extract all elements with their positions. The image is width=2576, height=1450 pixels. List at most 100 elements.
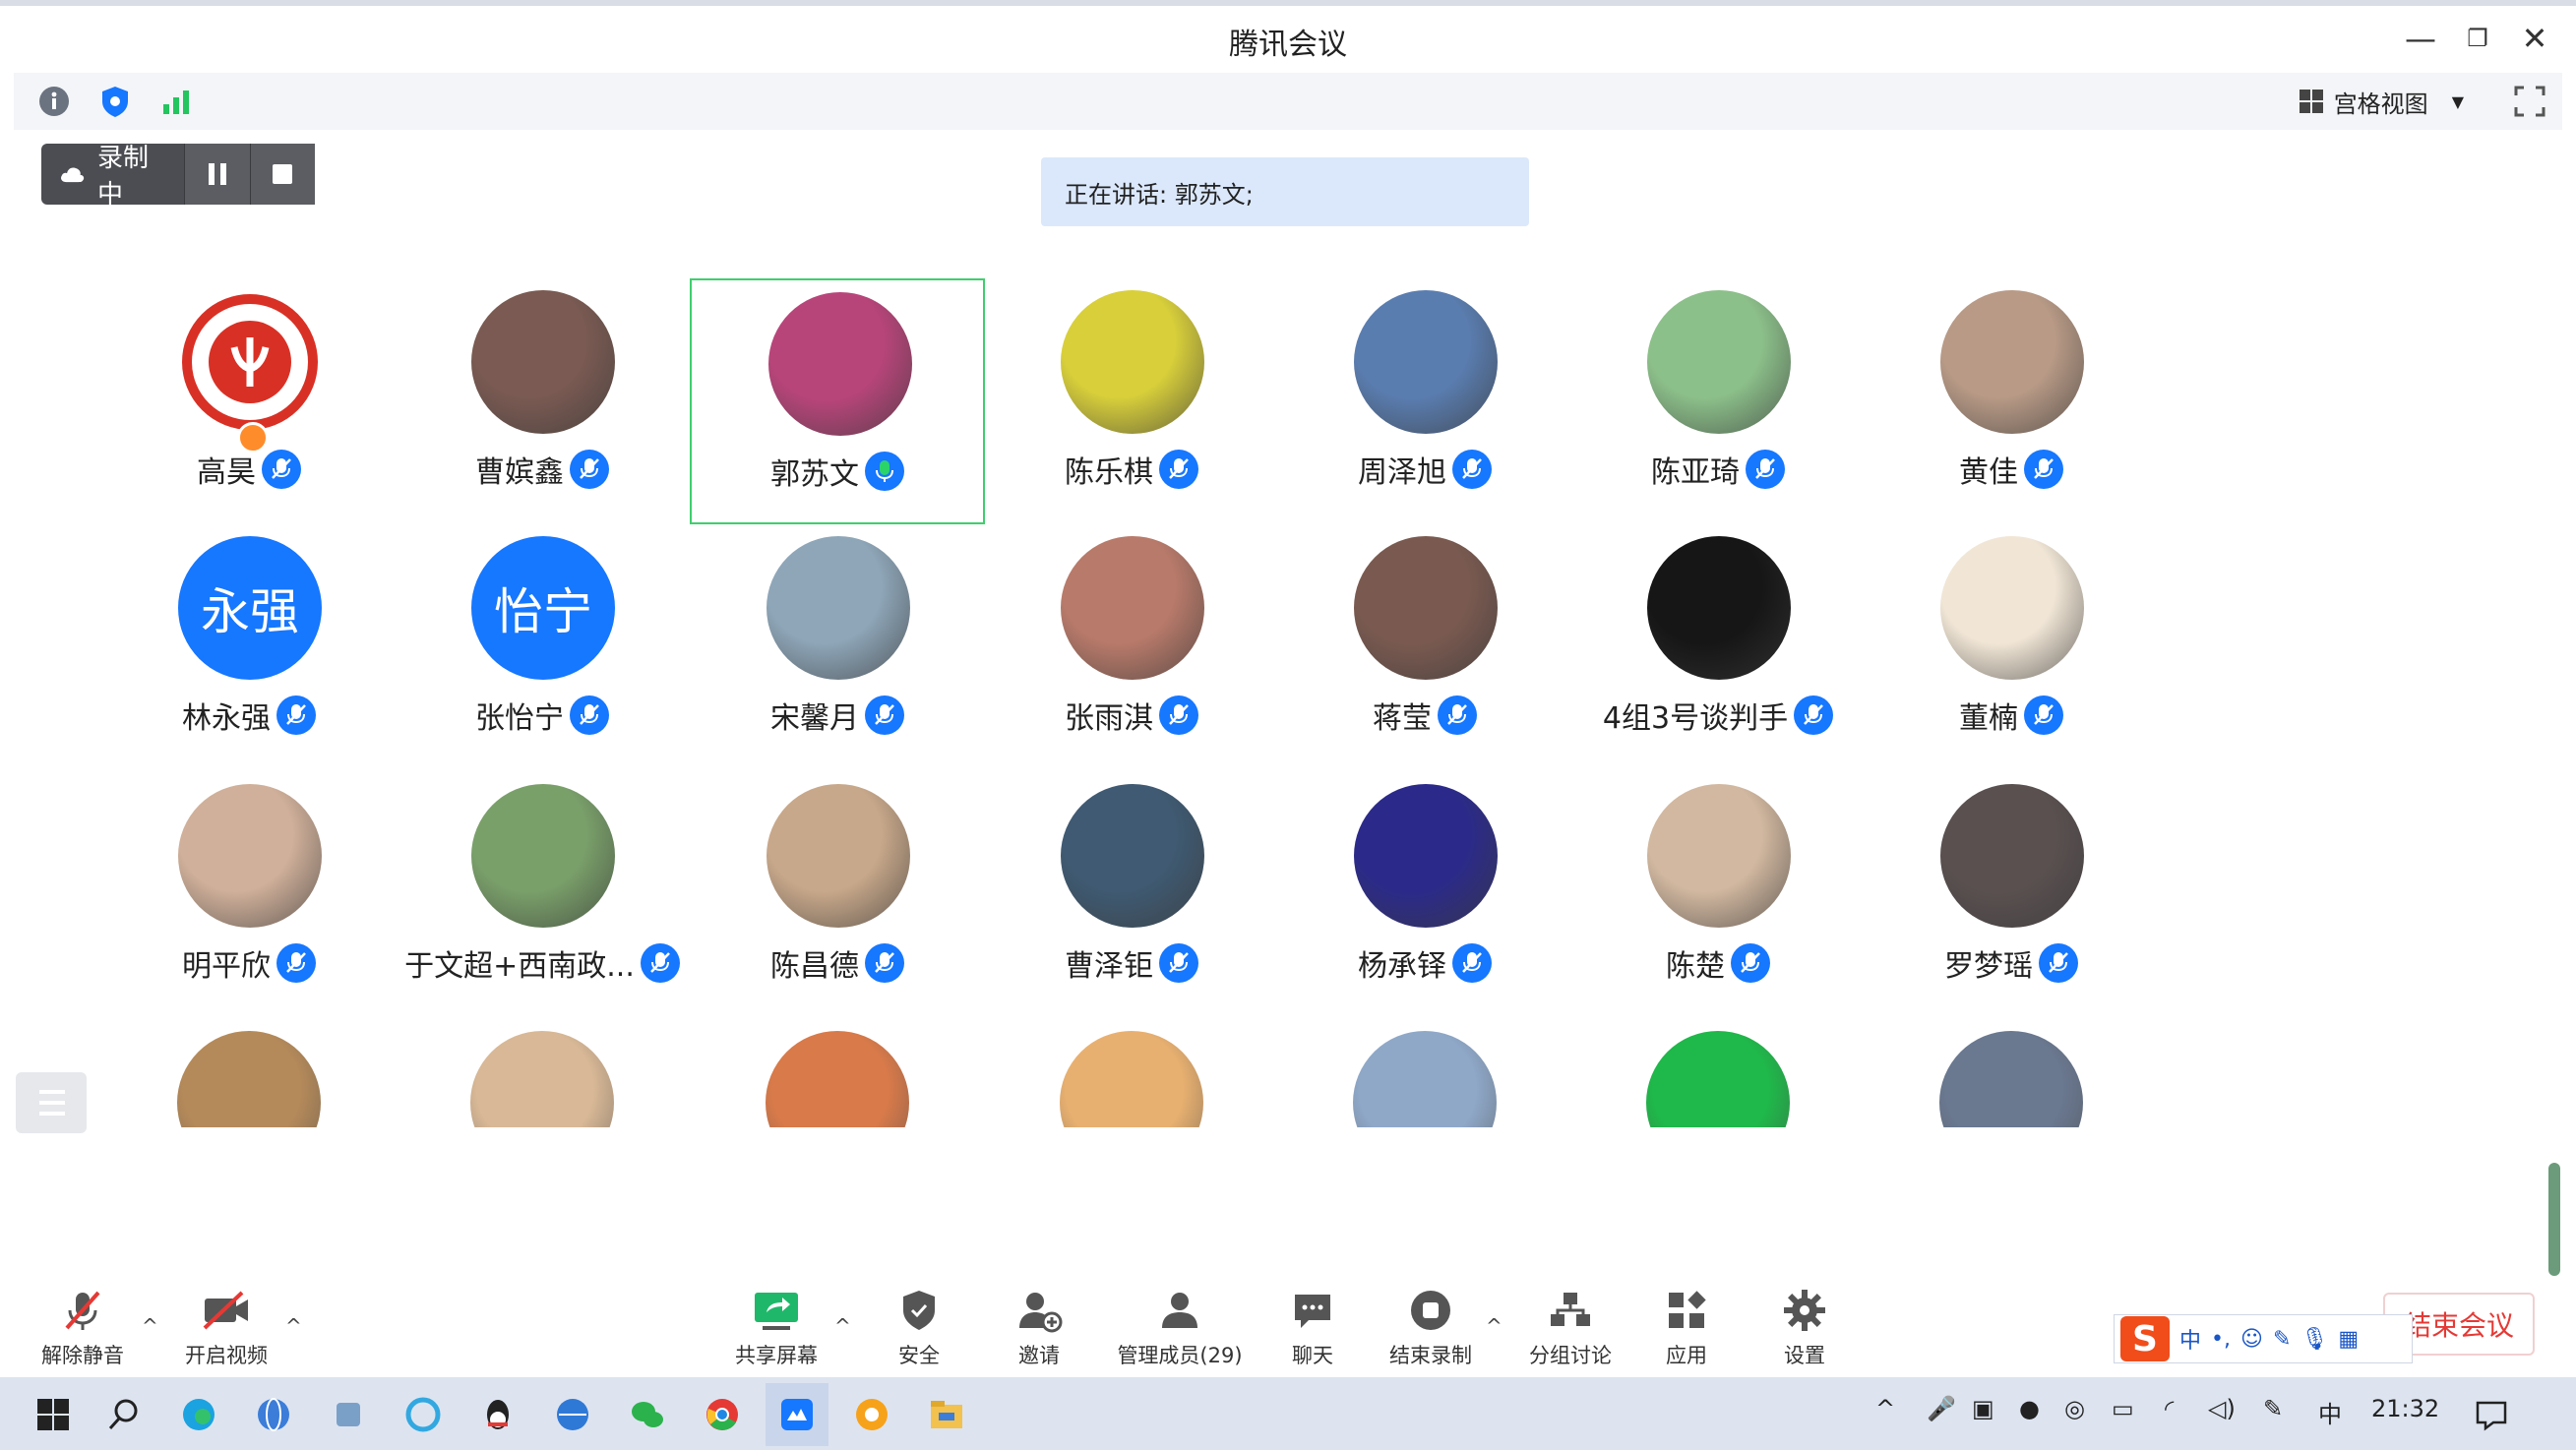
avatar-photo [1647, 290, 1791, 434]
manage-members-label: 管理成员(29) [1117, 1344, 1243, 1367]
file-explorer-icon[interactable] [927, 1395, 966, 1434]
tray-qq-icon[interactable]: ● [2019, 1395, 2040, 1422]
tray-screen-icon[interactable]: ▣ [1972, 1395, 1994, 1422]
avatar-photo-partial[interactable] [1939, 1031, 2083, 1127]
pause-recording-button[interactable] [184, 144, 250, 205]
participant-list-toggle[interactable] [16, 1072, 87, 1133]
participant-tile[interactable]: 郭苏文 [690, 278, 985, 524]
browser-icon[interactable] [553, 1395, 592, 1434]
qq-icon[interactable] [478, 1395, 518, 1434]
ime-language[interactable]: 中 [2179, 1323, 2201, 1355]
windows-start-icon[interactable] [33, 1395, 73, 1434]
view-mode-dropdown[interactable]: 宫格视图 ▼ [2299, 81, 2464, 122]
participant-tile[interactable]: 永强 林永强 [101, 524, 397, 770]
avatar-photo-partial[interactable] [470, 1031, 614, 1127]
participant-tile[interactable]: 董楠 [1864, 524, 2159, 770]
participant-tile[interactable]: 周泽旭 [1277, 278, 1572, 524]
participant-tile[interactable]: 怡宁 张怡宁 [395, 524, 690, 770]
manage-members-button[interactable]: 管理成员(29) [1096, 1287, 1263, 1369]
ime-tray-label[interactable]: 中 [2318, 1395, 2342, 1429]
participant-tile[interactable]: 罗梦瑶 [1864, 772, 2159, 1018]
mic-status-icon [1159, 695, 1198, 735]
clock[interactable]: 21:32 [2371, 1395, 2439, 1422]
participant-tile[interactable]: 于文超+西南政... [395, 772, 690, 1018]
unmute-button[interactable]: 解除静音 [33, 1287, 132, 1369]
signal-icon[interactable] [157, 83, 195, 120]
avatar-photo-partial[interactable] [1353, 1031, 1497, 1127]
wifi-icon[interactable]: ◜ [2165, 1395, 2174, 1422]
shield-icon[interactable] [96, 83, 134, 120]
system-tool-icon[interactable] [329, 1395, 368, 1434]
participant-tile[interactable]: 曹泽钜 [984, 772, 1279, 1018]
globe-browser-icon[interactable] [254, 1395, 293, 1434]
participant-tile[interactable]: 陈亚琦 [1570, 278, 1866, 524]
chrome-icon[interactable] [703, 1395, 742, 1434]
avatar-photo-partial[interactable] [177, 1031, 321, 1127]
restore-button[interactable]: ❐ [2450, 16, 2505, 61]
participant-name: 董楠 [1959, 701, 2018, 736]
ie-browser-icon[interactable] [403, 1395, 443, 1434]
avatar-photo [1354, 784, 1498, 928]
emoji-icon[interactable]: ☺ [2240, 1327, 2263, 1352]
stop-recording-button[interactable] [249, 144, 315, 205]
participant-tile[interactable]: 4组3号谈判手 [1570, 524, 1866, 770]
participant-tile[interactable]: 陈昌德 [690, 772, 985, 1018]
close-button[interactable]: ✕ [2507, 16, 2562, 61]
pen-icon[interactable]: ✎ [2273, 1327, 2291, 1352]
security-button[interactable]: 安全 [870, 1287, 968, 1369]
mic-status-icon [1159, 943, 1198, 983]
participant-tile[interactable]: 陈楚 [1570, 772, 1866, 1018]
participant-tile[interactable]: 蒋莹 [1277, 524, 1572, 770]
participant-tile[interactable]: 明平欣 [101, 772, 397, 1018]
participant-name-row: 于文超+西南政... [395, 941, 690, 985]
apps-button[interactable]: 应用 [1637, 1287, 1736, 1369]
orange-app-icon[interactable] [852, 1395, 891, 1434]
tray-sync-icon[interactable]: ◎ [2064, 1395, 2085, 1422]
participant-tile[interactable]: 张雨淇 [984, 524, 1279, 770]
avatar-photo-partial[interactable] [1060, 1031, 1203, 1127]
stop-recording-control[interactable]: 结束录制 [1372, 1287, 1490, 1369]
wechat-icon[interactable] [628, 1395, 667, 1434]
participant-name: 陈亚琦 [1651, 455, 1740, 490]
tray-expand-icon[interactable]: ^ [1875, 1395, 1895, 1422]
pen-tray-icon[interactable]: ✎ [2263, 1395, 2283, 1422]
breakout-rooms-button[interactable]: 分组讨论 [1511, 1287, 1629, 1369]
info-icon[interactable] [35, 83, 73, 120]
participant-tile[interactable]: 陈乐棋 [984, 278, 1279, 524]
mic-status-icon [1452, 450, 1492, 489]
tray-mic-icon[interactable]: 🎤 [1927, 1395, 1956, 1422]
share-screen-button[interactable]: 共享屏幕 [722, 1287, 830, 1369]
voice-icon[interactable]: 🎙 [2300, 1327, 2328, 1352]
tencent-meeting-icon[interactable] [777, 1395, 817, 1434]
breakout-label: 分组讨论 [1529, 1344, 1612, 1367]
participant-tile[interactable]: 黄佳 [1864, 278, 2159, 524]
ime-toolbar[interactable]: S 中 •, ☺ ✎ 🎙 ▦ [2114, 1314, 2413, 1363]
participant-tile[interactable]: 宋馨月 [690, 524, 985, 770]
invite-button[interactable]: 邀请 [990, 1287, 1088, 1369]
participant-tile[interactable]: 杨承铎 [1277, 772, 1572, 1018]
settings-button[interactable]: 设置 [1755, 1287, 1854, 1369]
avatar-photo-partial[interactable] [1646, 1031, 1790, 1127]
volume-icon[interactable]: ◁) [2208, 1395, 2236, 1422]
participant-tile[interactable]: 高昊 [101, 278, 397, 524]
record-options-caret[interactable]: ^ [1486, 1314, 1503, 1338]
fullscreen-icon[interactable] [2511, 83, 2548, 120]
avatar-photo-partial[interactable] [766, 1031, 909, 1127]
share-options-caret[interactable]: ^ [834, 1314, 851, 1338]
video-options-caret[interactable]: ^ [285, 1314, 302, 1338]
edge-browser-icon[interactable] [179, 1395, 218, 1434]
notification-icon[interactable] [2472, 1395, 2511, 1434]
minimize-button[interactable]: — [2393, 16, 2448, 61]
toolbox-icon[interactable]: ▦ [2338, 1327, 2359, 1352]
scrollbar[interactable] [2548, 1163, 2560, 1276]
punctuation-icon[interactable]: •, [2211, 1327, 2231, 1352]
audio-options-caret[interactable]: ^ [142, 1314, 158, 1338]
participant-tile[interactable]: 曹嫔鑫 [395, 278, 690, 524]
battery-icon[interactable]: ▭ [2112, 1395, 2134, 1422]
sogou-logo-icon: S [2120, 1316, 2170, 1361]
grid-view-icon [2299, 90, 2323, 113]
participant-name-row: 曹嫔鑫 [395, 448, 690, 491]
start-video-button[interactable]: 开启视频 [177, 1287, 276, 1369]
search-icon[interactable] [104, 1395, 144, 1434]
chat-button[interactable]: 聊天 [1263, 1287, 1362, 1369]
